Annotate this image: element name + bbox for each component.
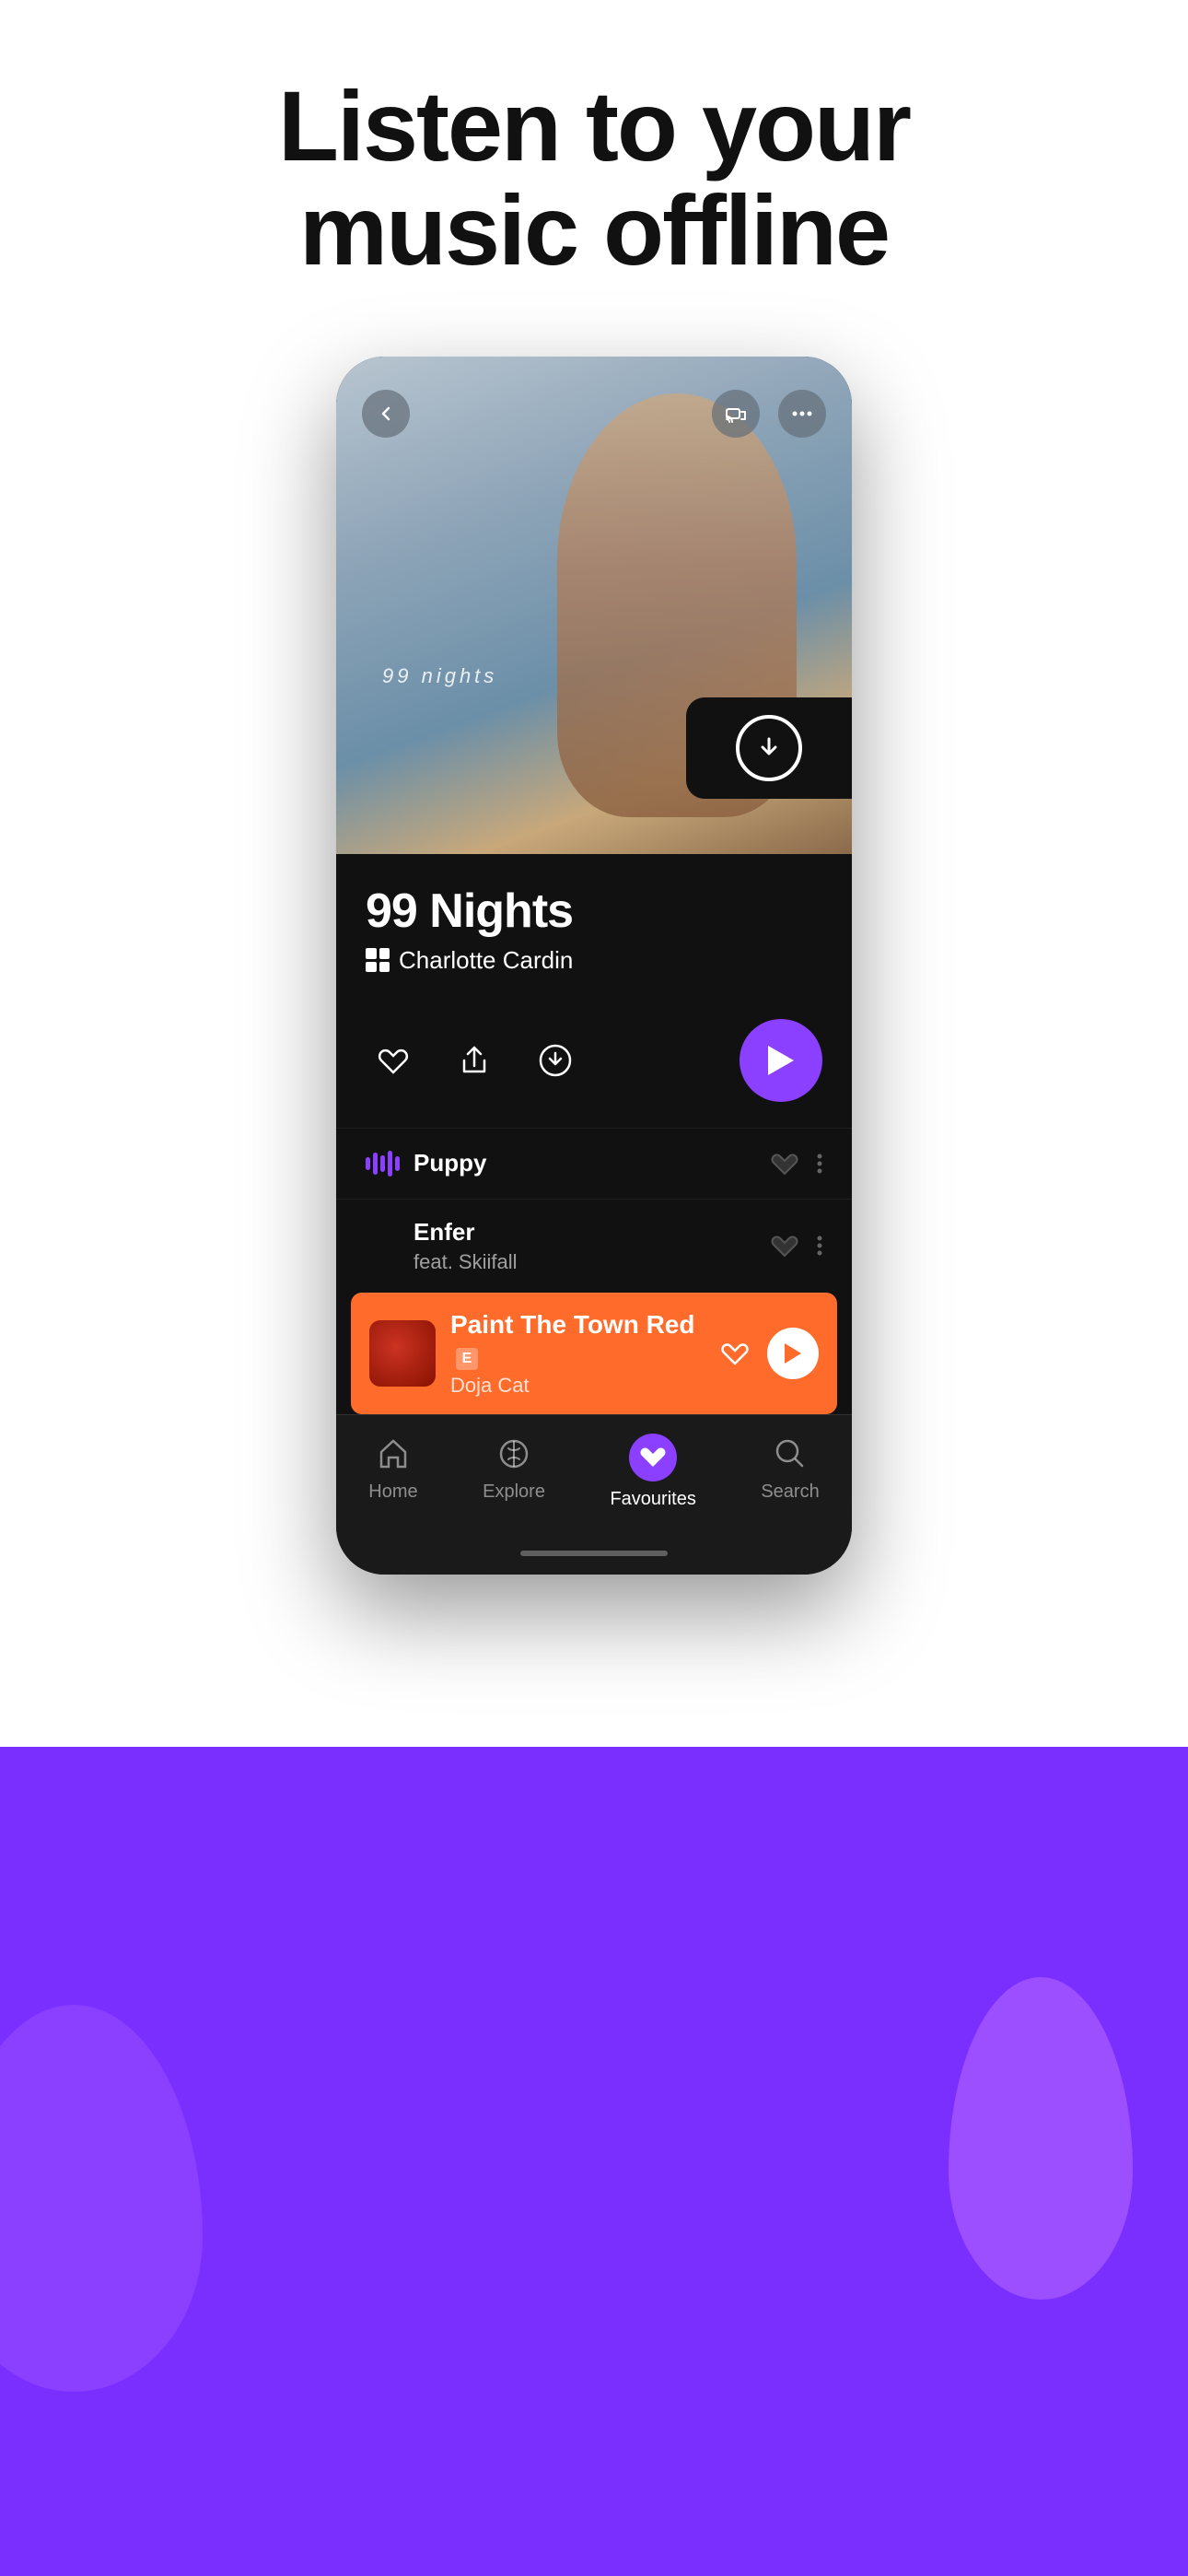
track-list: Puppy Enfer feat. Skiifall	[336, 1128, 852, 1414]
search-icon	[770, 1434, 810, 1474]
artist-name: Charlotte Cardin	[399, 946, 573, 975]
explore-icon	[494, 1434, 534, 1474]
track-actions	[771, 1233, 822, 1259]
nav-label-search: Search	[761, 1481, 819, 1503]
track-name: Puppy	[413, 1149, 756, 1177]
nav-item-search[interactable]: Search	[742, 1434, 837, 1510]
download-circle-icon	[736, 715, 802, 781]
nav-label-home: Home	[368, 1481, 417, 1503]
hero-title: Listen to your music offline	[272, 74, 916, 283]
track-actions	[771, 1151, 822, 1177]
track-like-icon[interactable]	[771, 1151, 798, 1177]
track-more-icon[interactable]	[817, 1153, 822, 1174]
track-actions-active	[721, 1328, 819, 1379]
action-row	[336, 993, 852, 1128]
album-art: 99 nights	[336, 357, 852, 854]
bottom-nav: Home Explore	[336, 1414, 852, 1540]
track-title: Enfer feat. Skiifall	[366, 1218, 756, 1274]
track-item[interactable]: Puppy	[336, 1128, 852, 1199]
phone-frame: 99 nights 99 Nights Charlo	[336, 357, 852, 1575]
track-more-icon[interactable]	[817, 1235, 822, 1256]
play-button-main[interactable]	[740, 1019, 822, 1102]
song-title: 99 Nights	[366, 884, 822, 939]
nav-label-explore: Explore	[483, 1481, 545, 1503]
track-name: Enfer	[413, 1218, 756, 1247]
artist-row: Charlotte Cardin	[366, 946, 822, 975]
nav-item-favourites[interactable]: Favourites	[591, 1434, 714, 1510]
home-bar	[520, 1551, 668, 1556]
track-title-active: Paint The Town Red E Doja Cat	[450, 1310, 706, 1398]
more-button[interactable]	[778, 390, 826, 438]
nav-item-explore[interactable]: Explore	[464, 1434, 564, 1510]
download-badge[interactable]	[686, 697, 852, 799]
favourites-icon	[629, 1434, 677, 1481]
track-item[interactable]: Enfer feat. Skiifall	[336, 1199, 852, 1293]
track-title: Puppy	[413, 1149, 756, 1177]
like-button[interactable]	[366, 1033, 421, 1088]
track-like-icon[interactable]	[771, 1233, 798, 1259]
share-button[interactable]	[447, 1033, 502, 1088]
active-track-thumb	[369, 1320, 436, 1387]
track-item-active[interactable]: Paint The Town Red E Doja Cat	[351, 1293, 837, 1414]
track-waveform-icon	[366, 1147, 399, 1180]
song-info: 99 Nights Charlotte Cardin	[336, 854, 852, 993]
home-icon	[373, 1434, 413, 1474]
album-label: 99 nights	[382, 664, 497, 688]
download-button[interactable]	[528, 1033, 583, 1088]
nav-item-home[interactable]: Home	[350, 1434, 436, 1510]
cast-button[interactable]	[712, 390, 760, 438]
active-like-icon[interactable]	[721, 1341, 749, 1366]
nav-label-favourites: Favourites	[610, 1489, 695, 1510]
track-artist: feat. Skiifall	[413, 1250, 756, 1274]
active-track-artist: Doja Cat	[450, 1374, 706, 1398]
artist-logo-icon	[366, 948, 390, 972]
home-indicator	[336, 1540, 852, 1575]
back-button[interactable]	[362, 390, 410, 438]
active-track-name: Paint The Town Red E	[450, 1310, 706, 1370]
phone-mockup: 99 nights 99 Nights Charlo	[336, 357, 852, 1575]
explicit-badge: E	[456, 1348, 478, 1370]
active-play-button[interactable]	[767, 1328, 819, 1379]
